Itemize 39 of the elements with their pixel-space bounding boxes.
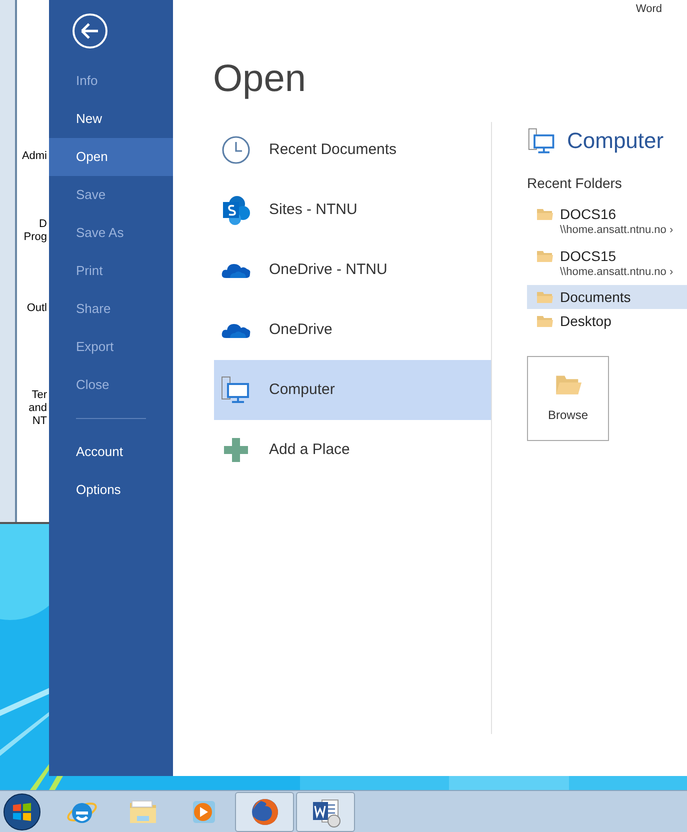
folder-icon — [537, 314, 553, 328]
location-item[interactable]: OneDrive — [214, 300, 491, 360]
sharepoint-icon — [220, 194, 252, 226]
folder-item[interactable]: Documents — [527, 285, 687, 309]
desktop-icon-label: Ter — [32, 389, 48, 402]
computer-icon — [220, 374, 252, 406]
folder-item[interactable]: DOCS16 \\home.ansatt.ntnu.no › — [527, 201, 687, 243]
computer-icon — [527, 126, 557, 156]
menu-item[interactable]: Account — [49, 433, 173, 471]
menu-item[interactable]: Open — [49, 138, 173, 176]
folder-icon — [537, 290, 553, 304]
location-item[interactable]: Recent Documents — [214, 120, 491, 180]
folder-icon — [553, 374, 583, 396]
location-item[interactable]: Add a Place — [214, 420, 491, 480]
desktop-icon-label: and — [28, 402, 48, 415]
taskbar-button[interactable] — [235, 792, 294, 832]
folder-item[interactable]: DOCS15 \\home.ansatt.ntnu.no › — [527, 243, 687, 285]
desktop-icon-label: D — [39, 218, 48, 231]
desktop-icon-label: Prog — [24, 231, 48, 244]
menu-item[interactable]: New — [49, 100, 173, 138]
taskbar-button[interactable] — [296, 792, 355, 832]
start-button[interactable] — [2, 792, 42, 832]
folder-icon — [537, 250, 553, 262]
section-label: Recent Folders — [527, 174, 623, 193]
desktop-icon-label: Admi — [22, 150, 48, 163]
back-icon[interactable] — [72, 13, 108, 49]
location-item[interactable]: Sites - NTNU — [214, 180, 491, 240]
folder-item[interactable]: Desktop — [527, 309, 687, 333]
section-heading: Computer — [567, 127, 664, 155]
page-title: Open — [213, 57, 306, 102]
menu-item[interactable]: Options — [49, 471, 173, 509]
desktop-icon-label: NT — [32, 415, 48, 428]
clock-icon — [220, 134, 252, 166]
folder-icon — [537, 208, 553, 220]
desktop-icon-label: Outl — [26, 302, 48, 315]
app-name: Word — [636, 2, 662, 17]
location-item[interactable]: Computer — [214, 360, 491, 420]
location-item[interactable]: OneDrive - NTNU — [214, 240, 491, 300]
browse-button[interactable]: Browse — [527, 356, 609, 441]
